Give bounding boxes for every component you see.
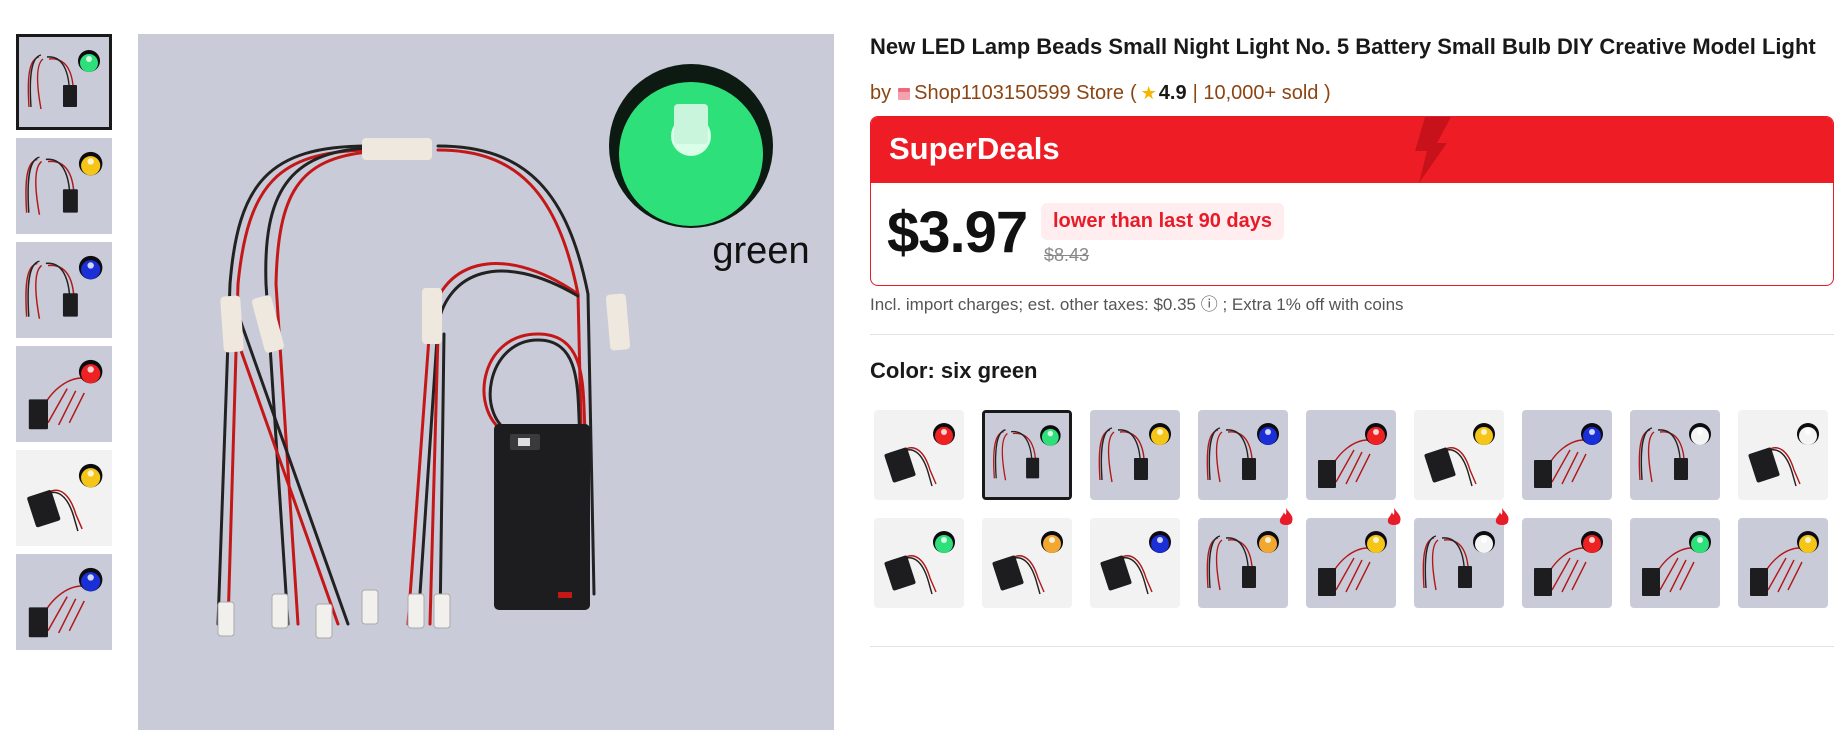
color-option-12[interactable] (1090, 518, 1180, 608)
color-option-13[interactable] (1198, 518, 1288, 608)
color-option-11[interactable] (982, 518, 1072, 608)
color-option-illustration (1630, 410, 1720, 500)
color-option-illustration (1090, 410, 1180, 500)
thumbnail-illustration (19, 37, 109, 127)
color-option-8[interactable] (1630, 410, 1720, 500)
store-icon (898, 87, 911, 100)
color-option-illustration (1522, 410, 1612, 500)
color-option-2[interactable] (982, 410, 1072, 500)
color-option-3[interactable] (1090, 410, 1180, 500)
superdeals-box: SuperDeals $3.97 lower than last 90 days… (870, 116, 1834, 286)
sold-count: | 10,000+ sold ) (1192, 82, 1331, 104)
main-product-illustration (138, 34, 834, 730)
star-icon: ★ (1140, 83, 1157, 103)
color-option-illustration (1090, 518, 1180, 608)
color-option-17[interactable] (1630, 518, 1720, 608)
taxes-note: Incl. import charges; est. other taxes: … (870, 295, 1404, 314)
product-title: New LED Lamp Beads Small Night Light No.… (870, 34, 1816, 59)
color-option-9[interactable] (1738, 410, 1828, 500)
color-option-illustration (874, 410, 964, 500)
main-product-image[interactable]: green (138, 34, 834, 730)
divider (870, 334, 1834, 335)
color-option-10[interactable] (874, 518, 964, 608)
thumbnail-illustration (16, 346, 112, 442)
lightning-icon (1415, 117, 1451, 183)
by-text: by (870, 82, 892, 104)
thumbnail-1[interactable] (16, 34, 112, 130)
color-option-illustration (1306, 410, 1396, 500)
hot-flame-icon (1279, 508, 1293, 525)
color-option-illustration (1738, 518, 1828, 608)
color-option-14[interactable] (1306, 518, 1396, 608)
thumbnail-2[interactable] (16, 138, 112, 234)
thumbnail-illustration (16, 554, 112, 650)
thumbnail-illustration (16, 450, 112, 546)
superdeals-label: SuperDeals (889, 131, 1060, 166)
divider (870, 646, 1834, 647)
color-selector-label: Color: six green (870, 358, 1038, 384)
lowest-price-badge: lower than last 90 days (1041, 203, 1284, 240)
color-option-illustration (1414, 410, 1504, 500)
store-rating: 4.9 (1158, 82, 1187, 104)
current-price: $3.97 (887, 200, 1028, 265)
store-line: by Shop1103150599 Store ( ★ 4.9 | 10,000… (870, 82, 1331, 105)
thumbnail-illustration (16, 138, 112, 234)
original-price: $8.43 (1044, 245, 1090, 265)
color-option-illustration (982, 518, 1072, 608)
thumbnail-5[interactable] (16, 450, 112, 546)
selected-color-name: six green (940, 358, 1038, 383)
hot-flame-icon (1495, 508, 1509, 525)
color-option-16[interactable] (1522, 518, 1612, 608)
store-name-link[interactable]: Shop1103150599 Store (914, 82, 1124, 105)
thumbnail-4[interactable] (16, 346, 112, 442)
color-option-5[interactable] (1306, 410, 1396, 500)
color-option-7[interactable] (1522, 410, 1612, 500)
color-option-illustration (1198, 518, 1288, 608)
hot-flame-icon (1387, 508, 1401, 525)
color-option-illustration (1414, 518, 1504, 608)
thumbnail-6[interactable] (16, 554, 112, 650)
color-option-illustration (1198, 410, 1288, 500)
paren-open: ( (1129, 82, 1137, 104)
thumbnail-3[interactable] (16, 242, 112, 338)
thumbnail-illustration (16, 242, 112, 338)
color-option-4[interactable] (1198, 410, 1288, 500)
color-option-18[interactable] (1738, 518, 1828, 608)
color-label-prefix: Color: (870, 358, 935, 383)
superdeals-header: SuperDeals (871, 117, 1833, 183)
color-option-1[interactable] (874, 410, 964, 500)
color-option-illustration (1738, 410, 1828, 500)
color-option-illustration (874, 518, 964, 608)
color-option-6[interactable] (1414, 410, 1504, 500)
color-option-illustration (985, 413, 1069, 497)
main-image-color-label: green (712, 230, 810, 272)
color-option-illustration (1630, 518, 1720, 608)
color-option-illustration (1306, 518, 1396, 608)
color-option-15[interactable] (1414, 518, 1504, 608)
color-option-illustration (1522, 518, 1612, 608)
